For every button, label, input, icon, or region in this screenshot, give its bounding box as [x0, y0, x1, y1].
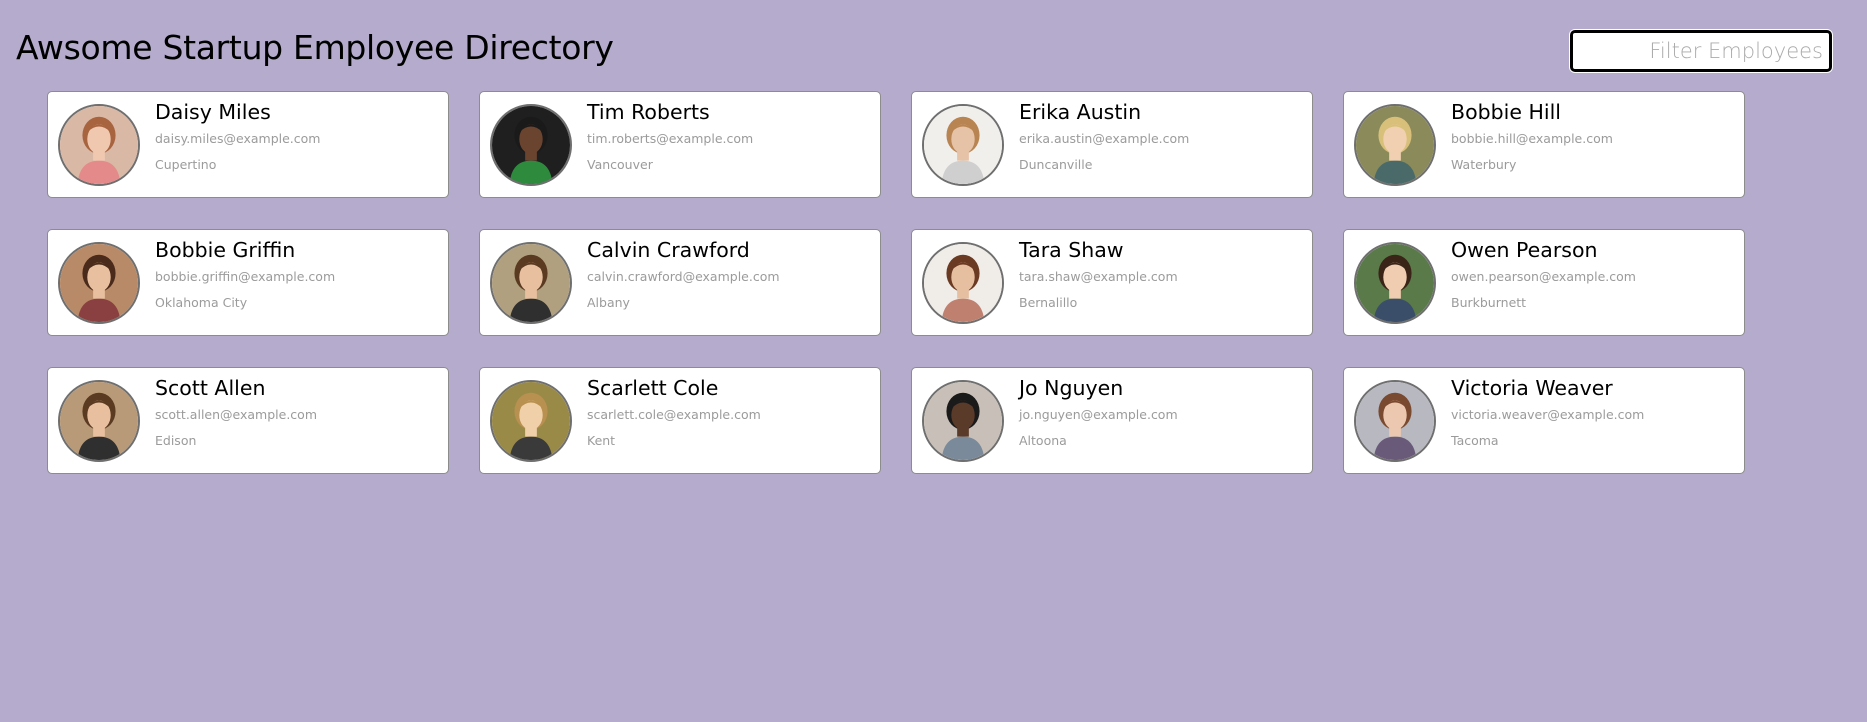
employee-email: bobbie.hill@example.com: [1451, 131, 1613, 146]
employee-name: Daisy Miles: [155, 100, 271, 124]
employee-avatar: [922, 241, 1004, 324]
employee-info: Tara Shaw tara.shaw@example.com Bernalillo: [1019, 238, 1178, 311]
employee-name: Erika Austin: [1019, 100, 1142, 124]
employee-info: Owen Pearson owen.pearson@example.com Burk…: [1451, 238, 1636, 311]
employee-card[interactable]: Scott Allen scott.allen@example.com Edison: [47, 367, 449, 474]
employee-email: erika.austin@example.com: [1019, 131, 1190, 146]
employee-city: Albany: [587, 295, 630, 310]
employee-city: Edison: [155, 433, 197, 448]
employee-info: Victoria Weaver victoria.weaver@example.c…: [1451, 376, 1644, 449]
employee-card[interactable]: Victoria Weaver victoria.weaver@example.c…: [1343, 367, 1745, 474]
employee-card[interactable]: Daisy Miles daisy.miles@example.com Cupert…: [47, 91, 449, 198]
employee-avatar: [1354, 103, 1436, 186]
employee-name: Owen Pearson: [1451, 238, 1598, 262]
employee-card[interactable]: Scarlett Cole scarlett.cole@example.com Ke…: [479, 367, 881, 474]
page-title: Awsome Startup Employee Directory: [16, 28, 614, 67]
employee-name: Victoria Weaver: [1451, 376, 1613, 400]
employee-card[interactable]: Bobbie Hill bobbie.hill@example.com Waterb…: [1343, 91, 1745, 198]
employee-avatar: [490, 103, 572, 186]
employee-avatar: [58, 241, 140, 324]
search-input[interactable]: [1570, 30, 1832, 72]
employee-avatar: [1354, 241, 1436, 324]
employee-email: scarlett.cole@example.com: [587, 407, 761, 422]
employee-info: Tim Roberts tim.roberts@example.com Vancou…: [587, 100, 753, 173]
employee-name: Calvin Crawford: [587, 238, 750, 262]
employee-email: owen.pearson@example.com: [1451, 269, 1636, 284]
employee-name: Tim Roberts: [587, 100, 710, 124]
employee-city: Cupertino: [155, 157, 217, 172]
employee-info: Jo Nguyen jo.nguyen@example.com Altoona: [1019, 376, 1178, 449]
employee-name: Bobbie Griffin: [155, 238, 296, 262]
employee-name: Jo Nguyen: [1019, 376, 1124, 400]
employee-card[interactable]: Tim Roberts tim.roberts@example.com Vancou…: [479, 91, 881, 198]
employee-info: Bobbie Griffin bobbie.griffin@example.com…: [155, 238, 335, 311]
employee-email: scott.allen@example.com: [155, 407, 317, 422]
employee-city: Burkburnett: [1451, 295, 1527, 310]
employee-name: Scott Allen: [155, 376, 266, 400]
employee-name: Tara Shaw: [1019, 238, 1124, 262]
employee-card[interactable]: Owen Pearson owen.pearson@example.com Burk…: [1343, 229, 1745, 336]
employee-email: bobbie.griffin@example.com: [155, 269, 336, 284]
employee-avatar: [922, 103, 1004, 186]
employee-info: Scarlett Cole scarlett.cole@example.com Ke…: [587, 376, 761, 449]
employee-avatar: [58, 379, 140, 462]
employee-gallery: Daisy Miles daisy.miles@example.com Cupert…: [47, 91, 1747, 474]
employee-avatar: [490, 379, 572, 462]
employee-email: calvin.crawford@example.com: [587, 269, 780, 284]
employee-card[interactable]: Bobbie Griffin bobbie.griffin@example.com…: [47, 229, 449, 336]
employee-city: Kent: [587, 433, 616, 448]
employee-info: Bobbie Hill bobbie.hill@example.com Waterb…: [1451, 100, 1613, 173]
employee-avatar: [490, 241, 572, 324]
employee-city: Oklahoma City: [155, 295, 248, 310]
employee-card[interactable]: Calvin Crawford calvin.crawford@example.c…: [479, 229, 881, 336]
employee-email: tara.shaw@example.com: [1019, 269, 1178, 284]
employee-info: Scott Allen scott.allen@example.com Edison: [155, 376, 317, 449]
employee-avatar: [1354, 379, 1436, 462]
employee-avatar: [922, 379, 1004, 462]
employee-city: Bernalillo: [1019, 295, 1078, 310]
employee-name: Scarlett Cole: [587, 376, 719, 400]
employee-info: Daisy Miles daisy.miles@example.com Cupert…: [155, 100, 320, 173]
employee-card[interactable]: Erika Austin erika.austin@example.com Dunc…: [911, 91, 1313, 198]
employee-email: jo.nguyen@example.com: [1019, 407, 1178, 422]
employee-email: tim.roberts@example.com: [587, 131, 754, 146]
employee-avatar: [58, 103, 140, 186]
employee-city: Waterbury: [1451, 157, 1517, 172]
employee-card[interactable]: Jo Nguyen jo.nguyen@example.com Altoona: [911, 367, 1313, 474]
employee-email: daisy.miles@example.com: [155, 131, 321, 146]
employee-name: Bobbie Hill: [1451, 100, 1561, 124]
employee-city: Altoona: [1019, 433, 1067, 448]
employee-city: Tacoma: [1451, 433, 1499, 448]
employee-city: Duncanville: [1019, 157, 1093, 172]
employee-info: Erika Austin erika.austin@example.com Dunc…: [1019, 100, 1189, 173]
employee-card[interactable]: Tara Shaw tara.shaw@example.com Bernalillo: [911, 229, 1313, 336]
employee-email: victoria.weaver@example.com: [1451, 407, 1645, 422]
employee-info: Calvin Crawford calvin.crawford@example.c…: [587, 238, 780, 311]
employee-city: Vancouver: [587, 157, 653, 172]
